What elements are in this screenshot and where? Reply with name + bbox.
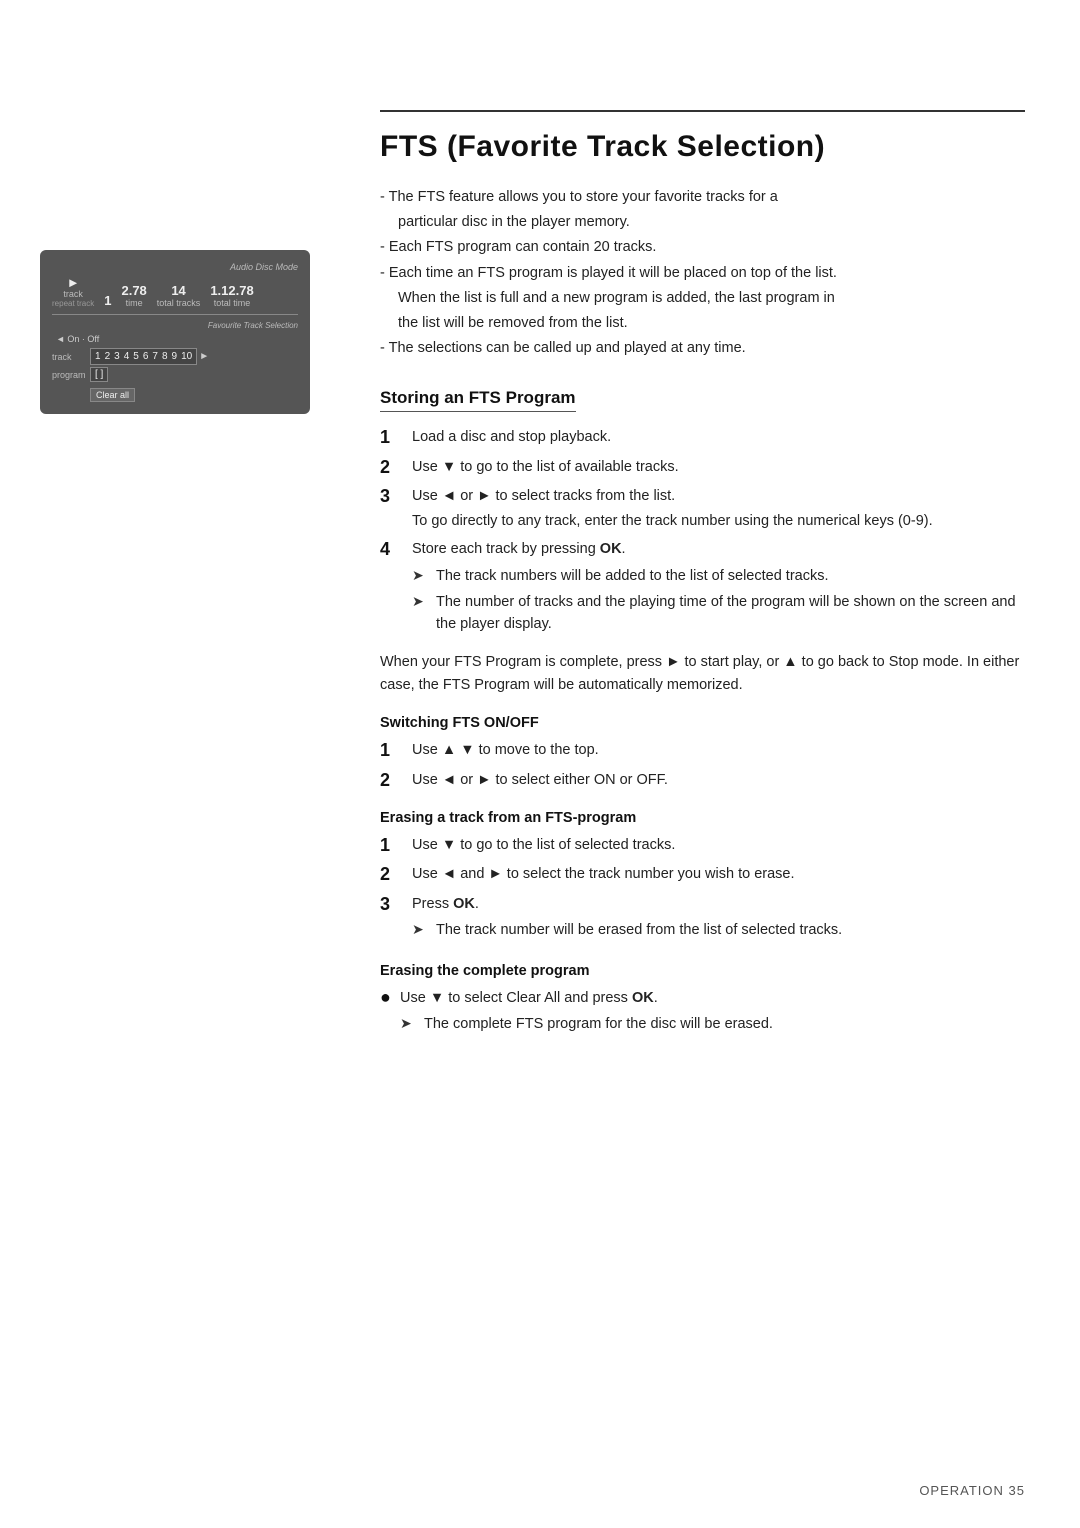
left-panel: Audio Disc Mode ► track repeat track 1 2… (0, 60, 340, 1468)
screen-numbers-box: 1 2 3 4 5 6 7 8 9 10 (90, 348, 197, 365)
erasing-track-step-3: 3 Press OK. ➤ The track number will be e… (380, 893, 1025, 945)
top-rule (380, 110, 1025, 112)
screen-track-value: 1 (104, 293, 111, 308)
storing-steps: 1 Load a disc and stop playback. 2 Use ▼… (380, 426, 1025, 639)
screen-play-col: ► track repeat track (52, 276, 94, 308)
screen-total-time-value: 1.12.78 (210, 283, 253, 298)
page-footer: OPERATION 35 (919, 1483, 1025, 1498)
screen-program-row: program [ ] (52, 367, 298, 382)
device-screen: Audio Disc Mode ► track repeat track 1 2… (40, 250, 310, 414)
screen-total-tracks-value: 14 (171, 283, 185, 298)
intro-item-3c: the list will be removed from the list. (380, 312, 1025, 335)
screen-time-value: 2.78 (121, 283, 146, 298)
intro-item-1: - The FTS feature allows you to store yo… (380, 186, 1025, 209)
screen-track-row-label: track (52, 352, 90, 362)
switching-steps: 1 Use ▲ ▼ to move to the top. 2 Use ◄ or… (380, 739, 1025, 792)
erasing-complete-section: Erasing the complete program ● Use ▼ to … (380, 963, 1025, 1036)
storing-arrow-1: ➤ The track numbers will be added to the… (412, 565, 1025, 587)
switching-section-title: Switching FTS ON/OFF (380, 715, 1025, 731)
right-panel: FTS (Favorite Track Selection) - The FTS… (340, 60, 1080, 1468)
screen-repeat-label: repeat track (52, 299, 94, 308)
screen-clearall: Clear all (52, 386, 298, 402)
screen-fts-bar: Favourite Track Selection (52, 321, 298, 330)
screen-play-symbol: ► (67, 276, 80, 289)
switching-section: Switching FTS ON/OFF 1 Use ▲ ▼ to move t… (380, 715, 1025, 792)
screen-track-col: 1 (104, 293, 111, 308)
erasing-track-title: Erasing a track from an FTS-program (380, 810, 1025, 826)
intro-item-3: - Each time an FTS program is played it … (380, 262, 1025, 285)
page-number: OPERATION 35 (919, 1483, 1025, 1498)
screen-total-time-col: 1.12.78 total time (210, 283, 253, 308)
screen-total-tracks-col: 14 total tracks (157, 283, 201, 308)
storing-step-4: 4 Store each track by pressing OK. ➤ The… (380, 538, 1025, 639)
erasing-complete-arrow: ➤ The complete FTS program for the disc … (380, 1013, 1025, 1035)
switching-step-2: 2 Use ◄ or ► to select either ON or OFF. (380, 769, 1025, 792)
intro-item-4: - The selections can be called up and pl… (380, 337, 1025, 360)
storing-step-2: 2 Use ▼ to go to the list of available t… (380, 456, 1025, 479)
intro-list: - The FTS feature allows you to store yo… (380, 186, 1025, 360)
page-title: FTS (Favorite Track Selection) (380, 130, 1025, 164)
storing-arrow-2: ➤ The number of tracks and the playing t… (412, 591, 1025, 636)
storing-paragraph: When your FTS Program is complete, press… (380, 651, 1025, 697)
screen-time-col: 2.78 time (121, 283, 146, 308)
screen-program-label: program (52, 370, 90, 380)
switching-step-1: 1 Use ▲ ▼ to move to the top. (380, 739, 1025, 762)
storing-step-1: 1 Load a disc and stop playback. (380, 426, 1025, 449)
screen-time-label: time (126, 298, 143, 308)
screen-more-arrow: ► (199, 351, 209, 362)
screen-play-label: track (63, 289, 83, 299)
screen-total-tracks-label: total tracks (157, 298, 201, 308)
erasing-track-steps: 1 Use ▼ to go to the list of selected tr… (380, 834, 1025, 945)
intro-item-3b: When the list is full and a new program … (380, 287, 1025, 310)
erasing-track-step-1: 1 Use ▼ to go to the list of selected tr… (380, 834, 1025, 857)
erasing-complete-title: Erasing the complete program (380, 963, 1025, 979)
screen-program-value: [ ] (90, 367, 108, 382)
screen-onoff: ◄ On · Off (52, 334, 298, 344)
screen-total-time-label: total time (214, 298, 251, 308)
erasing-track-arrow-1: ➤ The track number will be erased from t… (412, 919, 1025, 941)
screen-track-numbers-row: track 1 2 3 4 5 6 7 8 9 10 ► (52, 348, 298, 365)
screen-mode-bar: Audio Disc Mode (52, 262, 298, 272)
erasing-complete-bullet: ● Use ▼ to select Clear All and press OK… (380, 987, 1025, 1009)
erasing-track-section: Erasing a track from an FTS-program 1 Us… (380, 810, 1025, 945)
erasing-track-step-2: 2 Use ◄ and ► to select the track number… (380, 863, 1025, 886)
intro-item-1b: particular disc in the player memory. (380, 211, 1025, 234)
screen-row1: ► track repeat track 1 2.78 time 14 tota… (52, 276, 298, 315)
storing-step-3: 3 Use ◄ or ► to select tracks from the l… (380, 485, 1025, 532)
storing-section: Storing an FTS Program 1 Load a disc and… (380, 388, 1025, 697)
storing-section-title: Storing an FTS Program (380, 388, 576, 412)
intro-item-2: - Each FTS program can contain 20 tracks… (380, 236, 1025, 259)
